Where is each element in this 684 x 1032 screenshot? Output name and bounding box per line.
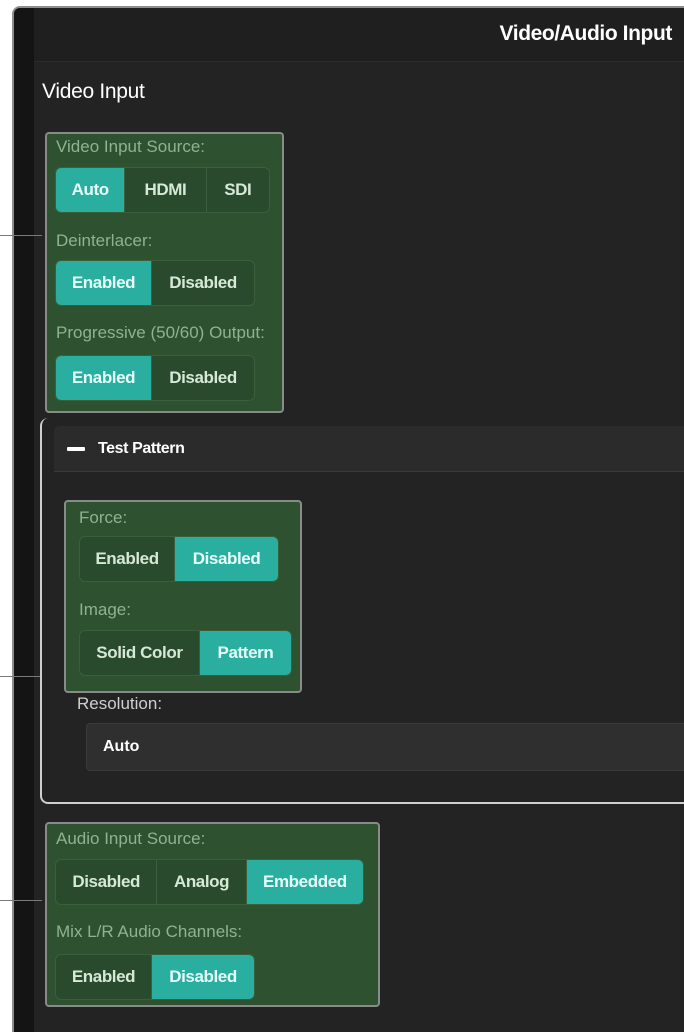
- progressive-output-label: Progressive (50/60) Output:: [56, 323, 265, 342]
- force-selector: Enabled Disabled: [79, 536, 279, 582]
- mix-audio-channels-label: Mix L/R Audio Channels:: [56, 922, 243, 941]
- section-title-video-input: Video Input: [42, 80, 145, 103]
- header-bar: Video/Audio Input: [34, 8, 684, 62]
- resolution-select[interactable]: Auto: [86, 723, 684, 771]
- video-source-hdmi-button[interactable]: HDMI: [125, 168, 207, 212]
- test-pattern-header[interactable]: Test Pattern: [54, 426, 684, 472]
- audio-input-source-selector: Disabled Analog Embedded: [55, 859, 364, 905]
- minus-icon[interactable]: [66, 439, 86, 459]
- progressive-enabled-button[interactable]: Enabled: [56, 356, 153, 400]
- sidebar-strip: [14, 8, 34, 1032]
- deinterlacer-label: Deinterlacer:: [56, 231, 153, 250]
- force-disabled-button[interactable]: Disabled: [175, 537, 278, 581]
- image-pattern-button[interactable]: Pattern: [199, 631, 291, 675]
- video-source-sdi-button[interactable]: SDI: [207, 168, 269, 212]
- test-pattern-title: Test Pattern: [98, 439, 185, 457]
- audio-input-group: Audio Input Source: Disabled Analog Embe…: [45, 822, 380, 1007]
- resolution-label: Resolution:: [77, 694, 163, 713]
- video-input-group: Video Input Source: Auto HDMI SDI Deinte…: [45, 132, 284, 413]
- video-input-source-selector: Auto HDMI SDI: [55, 167, 270, 213]
- audio-source-embedded-button[interactable]: Embedded: [246, 860, 363, 904]
- audio-source-disabled-button[interactable]: Disabled: [56, 860, 158, 904]
- test-pattern-group: Force: Enabled Disabled Image: Solid Col…: [64, 500, 302, 693]
- mix-disabled-button[interactable]: Disabled: [152, 955, 254, 999]
- video-source-auto-button[interactable]: Auto: [56, 168, 126, 212]
- mix-audio-channels-selector: Enabled Disabled: [55, 954, 255, 1000]
- image-label: Image:: [79, 600, 131, 619]
- callout-line-video: [0, 235, 42, 236]
- deinterlacer-disabled-button[interactable]: Disabled: [152, 261, 254, 305]
- video-input-source-label: Video Input Source:: [56, 137, 206, 156]
- audio-source-analog-button[interactable]: Analog: [157, 860, 247, 904]
- progressive-output-selector: Enabled Disabled: [55, 355, 255, 401]
- image-selector: Solid Color Pattern: [79, 630, 292, 676]
- callout-line-audio: [0, 900, 42, 901]
- progressive-disabled-button[interactable]: Disabled: [152, 356, 254, 400]
- force-enabled-button[interactable]: Enabled: [80, 537, 176, 581]
- audio-input-source-label: Audio Input Source:: [56, 829, 206, 848]
- deinterlacer-enabled-button[interactable]: Enabled: [56, 261, 153, 305]
- mix-enabled-button[interactable]: Enabled: [56, 955, 153, 999]
- page-title: Video/Audio Input: [499, 22, 673, 45]
- force-label: Force:: [79, 508, 128, 527]
- deinterlacer-selector: Enabled Disabled: [55, 260, 255, 306]
- image-solid-color-button[interactable]: Solid Color: [80, 631, 200, 675]
